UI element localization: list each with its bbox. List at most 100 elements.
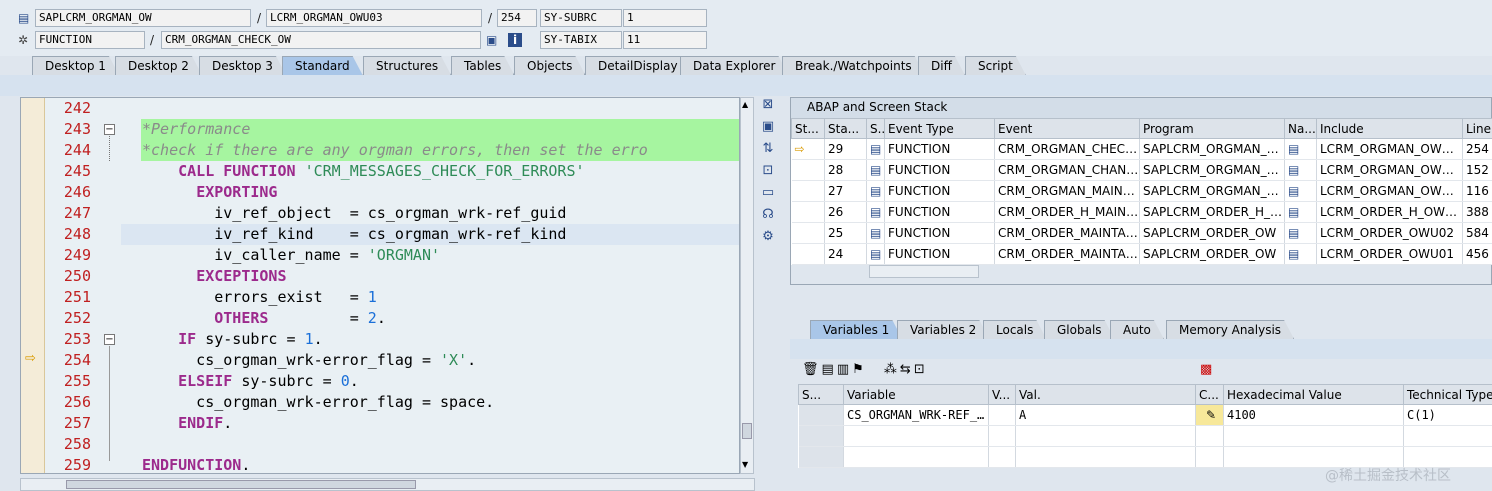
variable-row[interactable] — [798, 425, 1492, 447]
code-line[interactable]: 258 — [45, 434, 739, 455]
tab-auto[interactable]: Auto — [1110, 320, 1164, 339]
code-line[interactable]: 248 iv_ref_kind = cs_orgman_wrk-ref_kind — [45, 224, 739, 245]
code-text[interactable]: *check if there are any orgman errors, t… — [142, 140, 648, 161]
event-type-field[interactable]: FUNCTION — [35, 31, 145, 49]
tab-desktop-3[interactable]: Desktop 3 — [199, 56, 286, 75]
code-line[interactable]: 256 cs_orgman_wrk-error_flag = space. — [45, 392, 739, 413]
code-text[interactable]: ENDIF. — [142, 413, 232, 434]
stack-column-header[interactable]: S... — [866, 118, 885, 139]
tab-variables-2[interactable]: Variables 2 — [897, 320, 989, 339]
tab-globals[interactable]: Globals — [1044, 320, 1115, 339]
code-text[interactable]: cs_orgman_wrk-error_flag = 'X'. — [142, 350, 476, 371]
code-text[interactable]: EXCEPTIONS — [142, 266, 286, 287]
stack-column-header[interactable]: Na... — [1284, 118, 1317, 139]
stack-row[interactable]: ⇨29▤FUNCTIONCRM_ORGMAN_CHECK_O...SAPLCRM… — [791, 138, 1492, 160]
close-icon[interactable]: ⊠ — [758, 97, 778, 119]
tab-memory-analysis[interactable]: Memory Analysis — [1166, 320, 1294, 339]
tab-desktop-2[interactable]: Desktop 2 — [115, 56, 202, 75]
variable-cell[interactable] — [843, 425, 989, 447]
new-window-icon[interactable]: ⊡ — [914, 362, 928, 377]
stack-row[interactable]: 24 ▤ FUNCTION CRM_ORDER_MAINTAIN... SAPLCRM_… — [791, 243, 1492, 265]
variable-column-header[interactable]: Hexadecimal Value — [1223, 384, 1404, 405]
tab-structures[interactable]: Structures — [363, 56, 451, 75]
code-line[interactable]: 246 EXPORTING — [45, 182, 739, 203]
info-icon[interactable]: i — [508, 33, 522, 47]
new-tool-icon[interactable]: ▣ — [758, 119, 778, 141]
variable-cell[interactable] — [843, 446, 989, 468]
program-field[interactable]: SAPLCRM_ORGMAN_OW — [35, 9, 251, 27]
include-field[interactable]: LCRM_ORGMAN_OWU03 — [266, 9, 482, 27]
stack-hscroll[interactable] — [869, 265, 979, 278]
code-line[interactable]: 245 CALL FUNCTION 'CRM_MESSAGES_CHECK_FO… — [45, 161, 739, 182]
tab-objects[interactable]: Objects — [514, 56, 585, 75]
code-text[interactable]: ELSEIF sy-subrc = 0. — [142, 371, 359, 392]
restore-icon[interactable]: ▭ — [758, 185, 778, 207]
code-line[interactable]: 242 — [45, 98, 739, 119]
save-icon[interactable]: ▩ — [1200, 362, 1212, 377]
code-line[interactable]: 253 IF sy-subrc = 1. — [45, 329, 739, 350]
stack-column-header[interactable]: St... — [791, 118, 825, 139]
code-line[interactable]: 247 iv_ref_object = cs_orgman_wrk-ref_gu… — [45, 203, 739, 224]
line-field[interactable]: 254 — [497, 9, 537, 27]
tab-script[interactable]: Script — [965, 56, 1026, 75]
tab-variables-1[interactable]: Variables 1 — [810, 320, 902, 339]
code-line[interactable]: 244 *check if there are any orgman errors… — [45, 140, 739, 161]
stack-column-header[interactable]: Line — [1462, 118, 1492, 139]
settings-icon[interactable]: ⚙ — [758, 229, 778, 251]
edit-icon[interactable]: ✎ — [1195, 404, 1224, 426]
variable-column-header[interactable]: S... — [798, 384, 844, 405]
tab-detaildisplay[interactable]: DetailDisplay — [585, 56, 691, 75]
variable-row[interactable]: CS_ORGMAN_WRK-REF_K... A✎4100C(1) — [798, 404, 1492, 426]
tree-icon[interactable]: ⁂ — [884, 362, 900, 377]
breakpoint-gutter[interactable] — [21, 98, 45, 473]
code-text[interactable]: *Performance — [142, 119, 250, 140]
source-editor[interactable]: ⇨ 242 243 *Performance 244 *check if there a… — [20, 97, 740, 474]
code-line[interactable]: 250 EXCEPTIONS — [45, 266, 739, 287]
code-line[interactable]: 255 ELSEIF sy-subrc = 0. — [45, 371, 739, 392]
source-icon[interactable]: ▣ — [486, 31, 497, 49]
service-icon[interactable]: ☊ — [758, 207, 778, 229]
fold-toggle-icon[interactable]: − — [104, 334, 115, 345]
stack-row[interactable]: 25 ▤ FUNCTION CRM_ORDER_MAINTAIN... SAPLCRM_… — [791, 222, 1492, 244]
code-text[interactable]: ENDFUNCTION. — [142, 455, 250, 473]
variable-column-header[interactable]: Technical Type — [1403, 384, 1492, 405]
stack-column-header[interactable]: Include — [1316, 118, 1463, 139]
code-text[interactable]: iv_ref_kind = cs_orgman_wrk-ref_kind — [142, 224, 566, 245]
variable-cell[interactable]: CS_ORGMAN_WRK-REF_K... — [843, 404, 989, 426]
stack-column-header[interactable]: Event — [994, 118, 1140, 139]
code-line[interactable]: 252 OTHERS = 2. — [45, 308, 739, 329]
tab-desktop-1[interactable]: Desktop 1 — [32, 56, 119, 75]
code-text[interactable]: OTHERS = 2. — [142, 308, 386, 329]
stack-row[interactable]: 28 ▤ FUNCTION CRM_ORGMAN_CHANGE... SAPLCRM_O… — [791, 159, 1492, 181]
editor-horizontal-scrollbar[interactable] — [20, 478, 755, 491]
scroll-up-icon[interactable]: ▲ — [742, 100, 748, 109]
code-text[interactable]: EXPORTING — [142, 182, 277, 203]
stack-column-header[interactable]: Event Type — [884, 118, 995, 139]
tab-data-explorer[interactable]: Data Explorer — [680, 56, 788, 75]
stack-row[interactable]: 26 ▤ FUNCTION CRM_ORDER_H_MAINTA... SAPLCRM_… — [791, 201, 1492, 223]
stack-column-header[interactable]: Program — [1139, 118, 1285, 139]
variable-column-header[interactable]: C... — [1195, 384, 1224, 405]
code-text[interactable]: iv_ref_object = cs_orgman_wrk-ref_guid — [142, 203, 566, 224]
fold-toggle-icon[interactable]: − — [104, 124, 115, 135]
code-line[interactable]: 243 *Performance — [45, 119, 739, 140]
tab-tables[interactable]: Tables — [451, 56, 514, 75]
tab-breakpoints[interactable]: Break./Watchpoints — [782, 56, 925, 75]
code-line[interactable]: 249 iv_caller_name = 'ORGMAN' — [45, 245, 739, 266]
maximize-icon[interactable]: ⊡ — [758, 163, 778, 185]
scroll-thumb[interactable] — [66, 480, 416, 489]
tab-diff[interactable]: Diff — [918, 56, 965, 75]
stack-row[interactable]: 27 ▤ FUNCTION CRM_ORGMAN_MAINTAI... SAPLCRM_… — [791, 180, 1492, 202]
export-icon[interactable]: ▥ — [837, 362, 852, 377]
code-line[interactable]: 259 ENDFUNCTION. — [45, 455, 739, 473]
variable-column-header[interactable]: Val. — [1015, 384, 1196, 405]
stack-column-header[interactable]: Sta... — [824, 118, 867, 139]
code-line[interactable]: 251 errors_exist = 1 — [45, 287, 739, 308]
code-line[interactable]: 254 cs_orgman_wrk-error_flag = 'X'. — [45, 350, 739, 371]
code-text[interactable]: IF sy-subrc = 1. — [142, 329, 323, 350]
delete-icon[interactable]: 🗑 — [802, 362, 822, 377]
code-text[interactable]: CALL FUNCTION 'CRM_MESSAGES_CHECK_FOR_ER… — [142, 161, 584, 182]
variable-column-header[interactable]: V... — [988, 384, 1016, 405]
tab-standard[interactable]: Standard — [282, 56, 363, 75]
scroll-thumb[interactable] — [742, 423, 752, 439]
